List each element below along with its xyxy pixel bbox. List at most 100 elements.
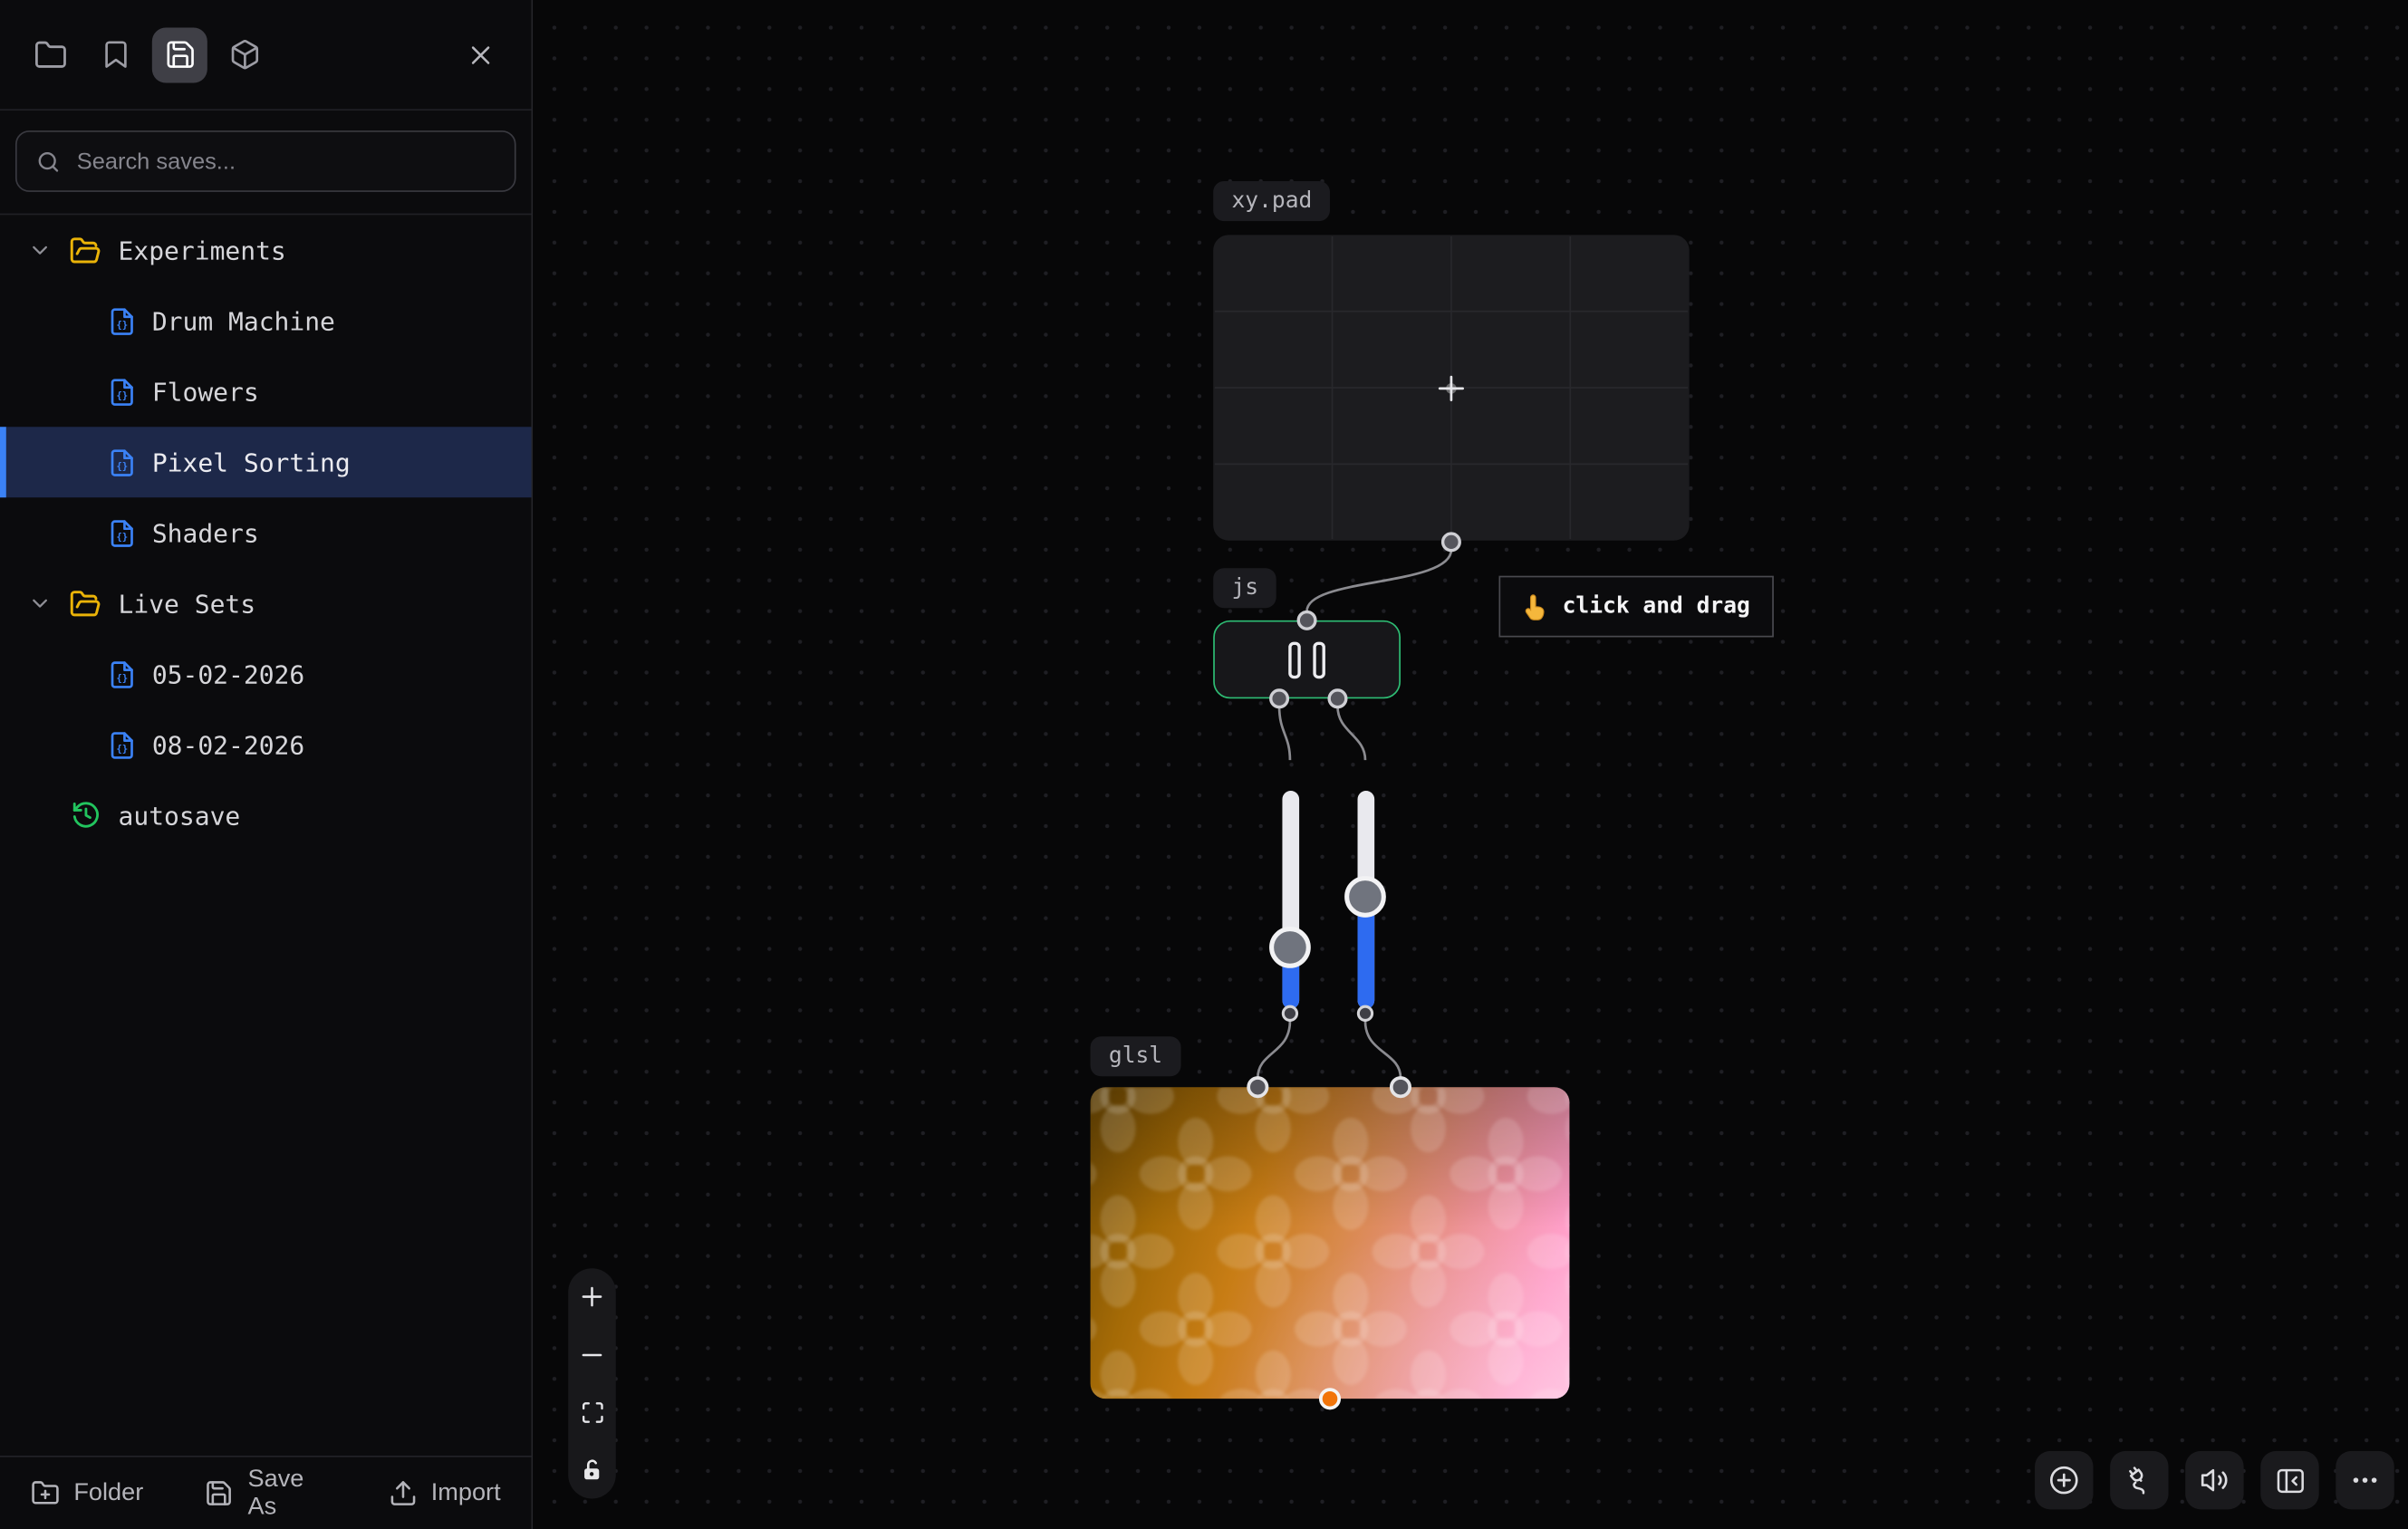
wire-js-to-slider-left	[1277, 706, 1292, 761]
slider-right[interactable]	[1344, 791, 1386, 1009]
folder-tab-button[interactable]	[23, 27, 78, 82]
search-box	[14, 130, 516, 192]
search-icon	[35, 149, 62, 175]
svg-text:{}: {}	[116, 318, 128, 330]
tree-folder-live-sets[interactable]: Live Sets	[0, 568, 532, 639]
tree-item-label: autosave	[118, 801, 241, 831]
chevron-down-icon[interactable]	[28, 238, 53, 263]
tree-folder-label: Experiments	[118, 236, 286, 265]
folder-icon	[34, 38, 67, 72]
tree-item-08-02-2026[interactable]: {} 08-02-2026	[0, 709, 532, 780]
toggle-sidebar-button[interactable]	[2260, 1450, 2319, 1510]
slider-left-thumb[interactable]	[1269, 927, 1311, 968]
file-code-icon: {}	[108, 730, 137, 759]
wire-pad-to-js	[1305, 549, 1453, 611]
tree-folder-experiments[interactable]: Experiments	[0, 215, 532, 285]
xy-pad-crosshair-handle[interactable]	[1436, 372, 1467, 403]
close-sidebar-button[interactable]	[453, 27, 508, 82]
tree-item-shaders[interactable]: {} Shaders	[0, 497, 532, 568]
pointing-up-hand-icon	[1523, 591, 1549, 620]
patch-canvas[interactable]: xy.pad js click and drag glsl	[533, 0, 2408, 1529]
circle-plus-icon	[2047, 1463, 2081, 1496]
tree-item-label: 05-02-2026	[151, 659, 305, 689]
zoom-controls	[568, 1268, 616, 1499]
more-options-button[interactable]	[2336, 1450, 2394, 1510]
upload-icon	[388, 1478, 417, 1507]
slider-right-fill	[1356, 906, 1374, 1009]
connections-button[interactable]	[2110, 1450, 2169, 1510]
app-window: Experiments {} Drum Machine {} Flowers {…	[0, 0, 2408, 1529]
sidebar-footer: Folder Save As Import	[0, 1456, 532, 1529]
bookmarks-tab-button[interactable]	[88, 27, 143, 82]
bookmark-icon	[99, 38, 131, 71]
close-icon	[466, 39, 496, 70]
wire-slider-left-to-glsl	[1256, 1021, 1292, 1079]
search-section	[0, 111, 532, 216]
tree-item-flowers[interactable]: {} Flowers	[0, 356, 532, 427]
tree-item-label: Flowers	[151, 377, 259, 407]
audio-button[interactable]	[2185, 1450, 2244, 1510]
folder-open-icon	[69, 587, 101, 620]
tree-item-pixel-sorting[interactable]: {} Pixel Sorting	[0, 427, 532, 498]
wire-js-to-slider-right	[1336, 706, 1367, 761]
tree-item-05-02-2026[interactable]: {} 05-02-2026	[0, 639, 532, 709]
svg-text:{}: {}	[116, 530, 128, 542]
saves-sidebar: Experiments {} Drum Machine {} Flowers {…	[0, 0, 534, 1529]
slider-right-thumb[interactable]	[1344, 876, 1386, 918]
glsl-node-preview[interactable]	[1090, 1087, 1570, 1399]
file-code-icon: {}	[108, 447, 137, 476]
import-button[interactable]: Import	[388, 1478, 501, 1507]
history-icon	[71, 800, 101, 831]
save-as-button[interactable]: Save As	[205, 1466, 326, 1521]
saves-tree: Experiments {} Drum Machine {} Flowers {…	[0, 215, 532, 1456]
zoom-in-button[interactable]	[579, 1284, 605, 1310]
search-input[interactable]	[76, 148, 496, 175]
svg-text:{}: {}	[116, 459, 128, 471]
tree-folder-label: Live Sets	[118, 589, 256, 619]
js-node-label: js	[1213, 568, 1277, 609]
save-icon	[205, 1478, 234, 1507]
svg-text:{}: {}	[116, 742, 128, 754]
tree-item-label: Shaders	[151, 518, 259, 548]
tree-item-label: Pixel Sorting	[151, 447, 351, 477]
pause-icon	[1313, 640, 1325, 678]
tree-item-label: 08-02-2026	[151, 730, 305, 760]
slider-left[interactable]	[1269, 791, 1311, 1009]
new-folder-button[interactable]: Folder	[31, 1478, 143, 1507]
ellipsis-icon	[2348, 1463, 2382, 1496]
folder-plus-icon	[31, 1478, 60, 1507]
canvas-action-bar	[2035, 1450, 2394, 1510]
save-icon	[164, 38, 197, 71]
add-node-button[interactable]	[2035, 1450, 2094, 1510]
tree-item-autosave[interactable]: autosave	[0, 780, 532, 851]
new-folder-label: Folder	[73, 1479, 144, 1506]
lock-open-icon-button[interactable]	[579, 1457, 605, 1484]
svg-text:{}: {}	[116, 671, 128, 683]
panel-left-close-icon	[2274, 1464, 2307, 1496]
saves-tab-button[interactable]	[151, 26, 207, 82]
hint-tooltip-text: click and drag	[1562, 594, 1750, 620]
file-code-icon: {}	[108, 377, 137, 406]
glsl-node-label: glsl	[1090, 1036, 1181, 1077]
chevron-down-icon[interactable]	[28, 591, 53, 616]
zoom-out-button[interactable]	[579, 1342, 605, 1369]
pause-icon	[1288, 640, 1301, 678]
save-as-label: Save As	[247, 1466, 304, 1520]
volume-icon	[2198, 1463, 2231, 1496]
sidebar-toolbar	[0, 0, 532, 111]
folder-open-icon	[69, 235, 101, 267]
package-icon	[228, 38, 261, 71]
file-code-icon: {}	[108, 306, 137, 335]
import-label: Import	[430, 1479, 501, 1506]
fit-view-button[interactable]	[580, 1400, 604, 1425]
file-code-icon: {}	[108, 518, 137, 547]
xy-pad-node[interactable]	[1213, 235, 1690, 541]
unplug-icon	[2124, 1464, 2156, 1496]
tree-item-drum-machine[interactable]: {} Drum Machine	[0, 285, 532, 356]
js-node[interactable]	[1213, 620, 1401, 699]
tree-item-label: Drum Machine	[151, 306, 335, 336]
hint-tooltip: click and drag	[1498, 575, 1774, 638]
wire-slider-right-to-glsl	[1363, 1021, 1402, 1079]
xy-pad-node-label: xy.pad	[1213, 181, 1331, 222]
assets-tab-button[interactable]	[217, 27, 272, 82]
